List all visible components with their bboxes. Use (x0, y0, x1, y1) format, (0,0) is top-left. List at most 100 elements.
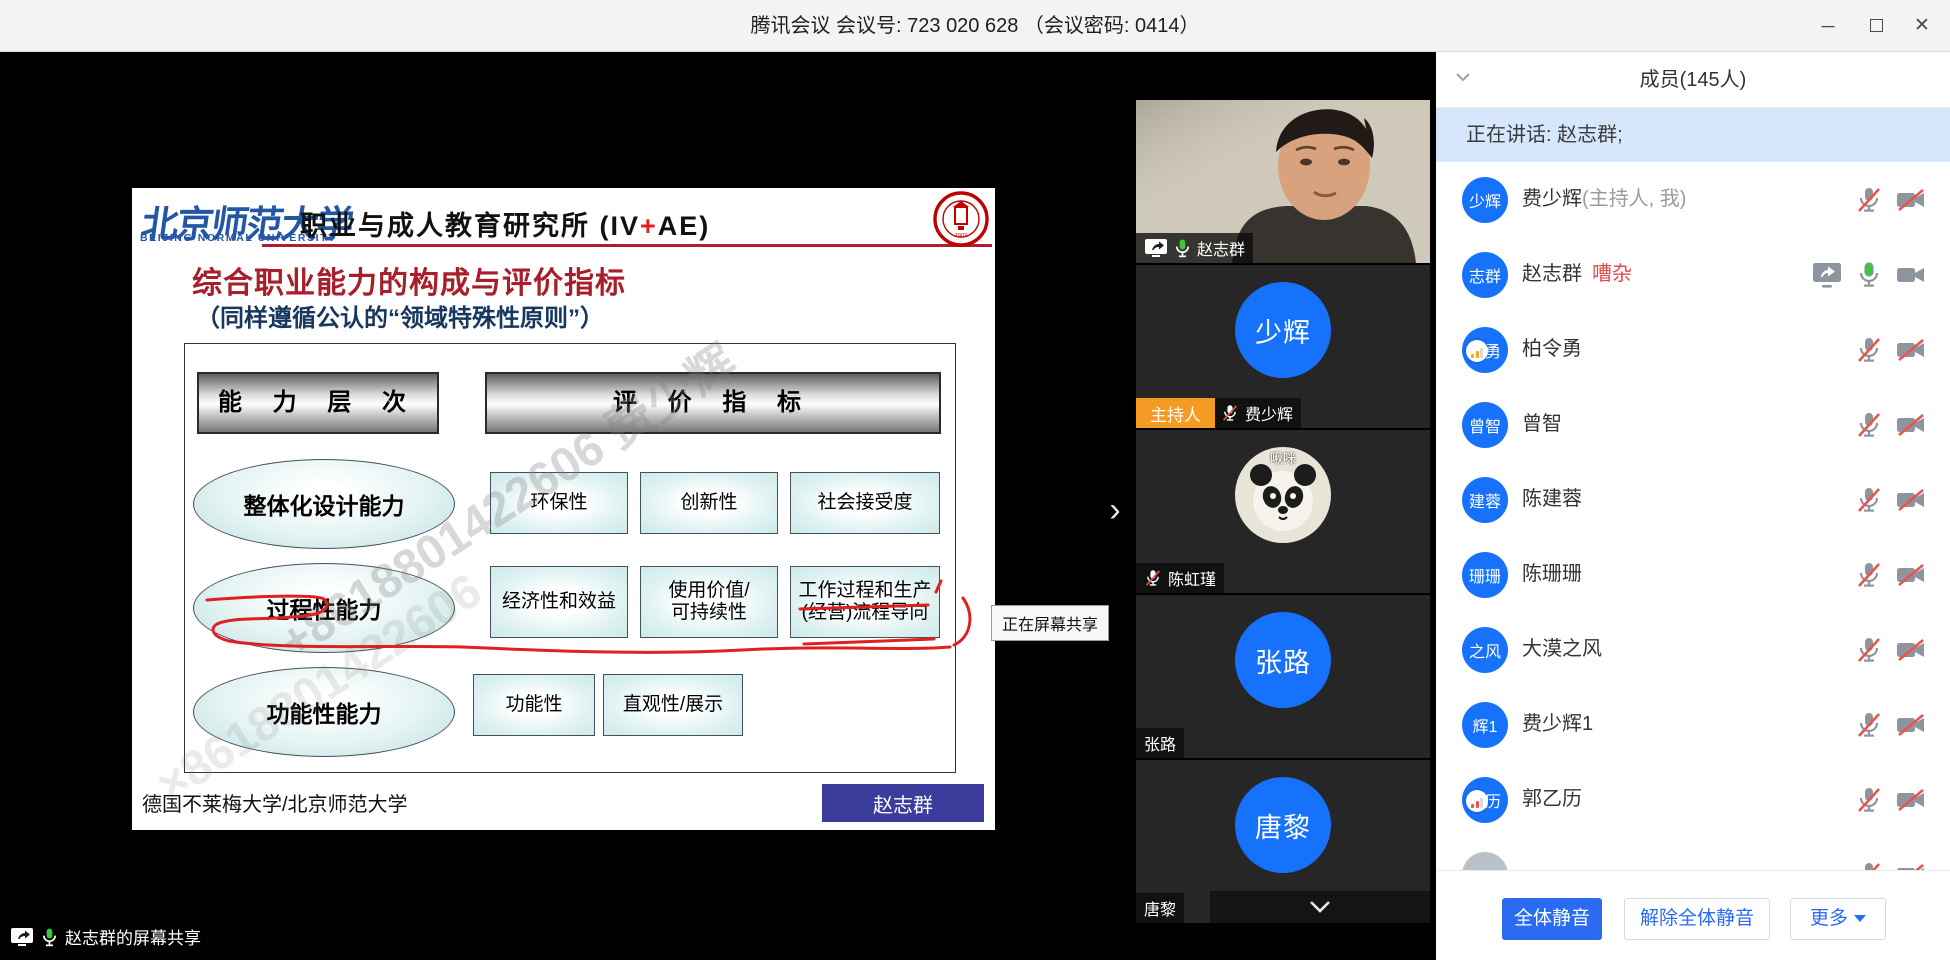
member-name: 费少辉(主持人, 我) (1522, 162, 1686, 237)
mic-muted-icon (1854, 785, 1884, 815)
more-button[interactable]: 更多 (1790, 898, 1886, 940)
member-row[interactable]: 曾智曾智 (1436, 387, 1950, 462)
svg-text:1902: 1902 (955, 233, 967, 239)
member-row[interactable]: 建蓉陈建蓉 (1436, 462, 1950, 537)
meeting-title: 腾讯会议 会议号: 723 020 628 （会议密码: 0414） (0, 0, 1950, 52)
slide-author-box: 赵志群 (822, 784, 984, 822)
header-divider (262, 244, 992, 247)
indicator-box: 社会接受度 (790, 472, 940, 534)
camera-off-icon (1894, 410, 1928, 440)
strip-collapse-bar[interactable] (1210, 891, 1430, 923)
member-row[interactable]: 少辉费少辉(主持人, 我) (1436, 162, 1950, 237)
indicator-box: 创新性 (640, 472, 778, 534)
capability-ellipse: 整体化设计能力 (193, 459, 455, 549)
mic-active-icon (41, 927, 58, 947)
member-status-icons (1810, 237, 1928, 312)
mic-muted-icon (1144, 568, 1162, 588)
member-role-suffix: (主持人, 我) (1582, 188, 1686, 210)
avatar: 建蓉 (1462, 477, 1508, 523)
tile-participant-name: 费少辉 (1245, 401, 1293, 425)
network-signal-icon (1466, 340, 1488, 362)
indicator-box: 直观性/展示 (603, 674, 743, 736)
indicator-box: 环保性 (490, 472, 628, 534)
member-name: 费少辉1 (1522, 687, 1593, 762)
institute-title: 职业与成人教育研究所 (IV+AE) (300, 204, 710, 243)
network-signal-icon (1466, 790, 1488, 812)
video-tile[interactable]: 啾咪陈虹瑾 (1136, 430, 1430, 593)
avatar: 唐黎 (1235, 777, 1331, 873)
mic-active-icon (1854, 260, 1884, 290)
member-panel: 成员(145人) 正在讲话: 赵志群; 少辉费少辉(主持人, 我)志群赵志群嘈杂… (1436, 52, 1950, 960)
chevron-down-icon (1307, 899, 1333, 915)
speaking-banner: 正在讲话: 赵志群; (1436, 108, 1950, 162)
university-seal-icon: 1902 (932, 190, 990, 248)
video-tile[interactable]: 张路张路 (1136, 595, 1430, 758)
member-status-icons (1854, 612, 1928, 687)
mic-muted-icon (1854, 860, 1884, 871)
member-name: 大漠之风 (1522, 612, 1602, 687)
tile-participant-name: 唐黎 (1144, 896, 1176, 920)
indicator-box: 使用价值/ 可持续性 (640, 566, 778, 638)
title-bar: 腾讯会议 会议号: 723 020 628 （会议密码: 0414） ─ ✕ (0, 0, 1950, 52)
avatar: 之风 (1462, 627, 1508, 673)
video-strip-collapse-chevron[interactable]: › (1100, 490, 1130, 534)
member-row[interactable]: 之风大漠之风 (1436, 612, 1950, 687)
video-tile[interactable]: 唐黎唐黎 (1136, 760, 1430, 923)
member-status-icons (1854, 837, 1928, 870)
member-status-icons (1854, 462, 1928, 537)
mic-muted-icon (1854, 185, 1884, 215)
minimize-button[interactable]: ─ (1806, 0, 1850, 52)
member-row[interactable]: 令勇柏令勇 (1436, 312, 1950, 387)
video-tile[interactable]: 赵志群 (1136, 100, 1430, 263)
camera-off-icon (1894, 860, 1928, 871)
tile-name-bar: 赵志群 (1136, 233, 1253, 263)
capability-ellipse: 过程性能力 (193, 563, 455, 653)
video-tile[interactable]: 少辉主持人费少辉 (1136, 265, 1430, 428)
sharing-tooltip: 正在屏幕共享 (991, 605, 1109, 641)
camera-off-icon (1894, 185, 1928, 215)
member-row[interactable]: 珊珊陈珊珊 (1436, 537, 1950, 612)
tile-name-bar: 唐黎 (1136, 893, 1184, 923)
camera-off-icon (1894, 710, 1928, 740)
diagram-header-evaluation-indicators: 评 价 指 标 (485, 372, 941, 434)
slide-title: 综合职业能力的构成与评价指标 (192, 258, 612, 302)
tile-name-bar: 主持人费少辉 (1136, 398, 1301, 428)
mute-all-button[interactable]: 全体静音 (1502, 898, 1602, 940)
slide-subtitle: （同样遵循公认的“领域特殊性原则”） (190, 298, 610, 333)
avatar: 少辉 (1235, 282, 1331, 378)
tile-name-bar: 张路 (1136, 728, 1184, 758)
indicator-box: 经济性和效益 (490, 566, 628, 638)
tile-participant-name: 陈虹瑾 (1168, 566, 1216, 590)
caret-down-icon (1854, 915, 1866, 922)
avatar: 志群 (1462, 252, 1508, 298)
member-row (1436, 837, 1950, 870)
member-name: 陈建蓉 (1522, 462, 1582, 537)
camera-off-icon (1894, 635, 1928, 665)
presentation-slide: 北京师范大学 BEIJING NORMAL UNIVERSITY 职业与成人教育… (132, 188, 995, 830)
capability-ellipse: 功能性能力 (193, 667, 455, 757)
member-list: 少辉费少辉(主持人, 我)志群赵志群嘈杂令勇柏令勇曾智曾智建蓉陈建蓉珊珊陈珊珊之… (1436, 162, 1950, 870)
mic-muted-icon (1854, 485, 1884, 515)
avatar: 少辉 (1462, 177, 1508, 223)
member-panel-header: 成员(145人) (1436, 52, 1950, 108)
avatar: 珊珊 (1462, 552, 1508, 598)
member-row[interactable]: 辉1费少辉1 (1436, 687, 1950, 762)
maximize-icon (1870, 19, 1883, 32)
member-status-icons (1854, 537, 1928, 612)
maximize-button[interactable] (1854, 0, 1898, 52)
tile-participant-name: 赵志群 (1197, 236, 1245, 260)
competence-diagram: 能 力 层 次 评 价 指 标 整体化设计能力环保性创新性社会接受度过程性能力经… (184, 343, 956, 773)
member-name: 赵志群嘈杂 (1522, 237, 1632, 312)
unmute-all-button[interactable]: 解除全体静音 (1624, 898, 1770, 940)
member-status-icons (1854, 312, 1928, 387)
video-thumbnail-strip: 赵志群少辉主持人费少辉啾咪陈虹瑾张路张路唐黎唐黎 (1136, 52, 1430, 960)
mic-active-icon (1174, 238, 1191, 258)
camera-off-icon (1894, 485, 1928, 515)
camera-off-icon (1894, 335, 1928, 365)
member-row[interactable]: 乙历郭乙历 (1436, 762, 1950, 837)
close-button[interactable]: ✕ (1900, 0, 1944, 52)
tile-participant-name: 张路 (1144, 731, 1176, 755)
indicator-box: 功能性 (473, 674, 595, 736)
member-row[interactable]: 志群赵志群嘈杂 (1436, 237, 1950, 312)
slide-footer-institutions: 德国不莱梅大学/北京师范大学 (142, 788, 408, 817)
